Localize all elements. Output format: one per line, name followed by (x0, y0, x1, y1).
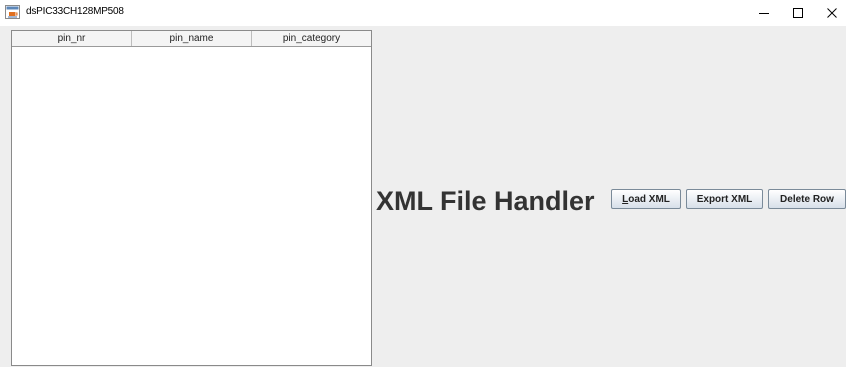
export-xml-button[interactable]: Export XML (686, 189, 763, 209)
window-title: dsPIC33CH128MP508 (26, 6, 124, 17)
main-content: pin_nr pin_name pin_category XML File Ha… (0, 26, 846, 367)
column-header-pin-category[interactable]: pin_category (252, 31, 371, 46)
minimize-button[interactable] (746, 0, 782, 26)
table-header: pin_nr pin_name pin_category (12, 31, 371, 47)
delete-row-button[interactable]: Delete Row (768, 189, 846, 209)
load-xml-button[interactable]: Load XML (611, 189, 681, 209)
maximize-button[interactable] (780, 0, 816, 26)
pin-table[interactable]: pin_nr pin_name pin_category (11, 30, 372, 366)
page-heading: XML File Handler (376, 186, 595, 216)
column-header-pin-name[interactable]: pin_name (132, 31, 252, 46)
load-xml-label: oad XML (628, 193, 670, 205)
close-icon (827, 8, 837, 18)
java-coffee-icon (5, 5, 20, 19)
minimize-icon (759, 13, 769, 14)
title-bar: dsPIC33CH128MP508 (0, 0, 846, 26)
close-button[interactable] (814, 0, 846, 26)
maximize-icon (793, 8, 803, 18)
column-header-pin-nr[interactable]: pin_nr (12, 31, 132, 46)
